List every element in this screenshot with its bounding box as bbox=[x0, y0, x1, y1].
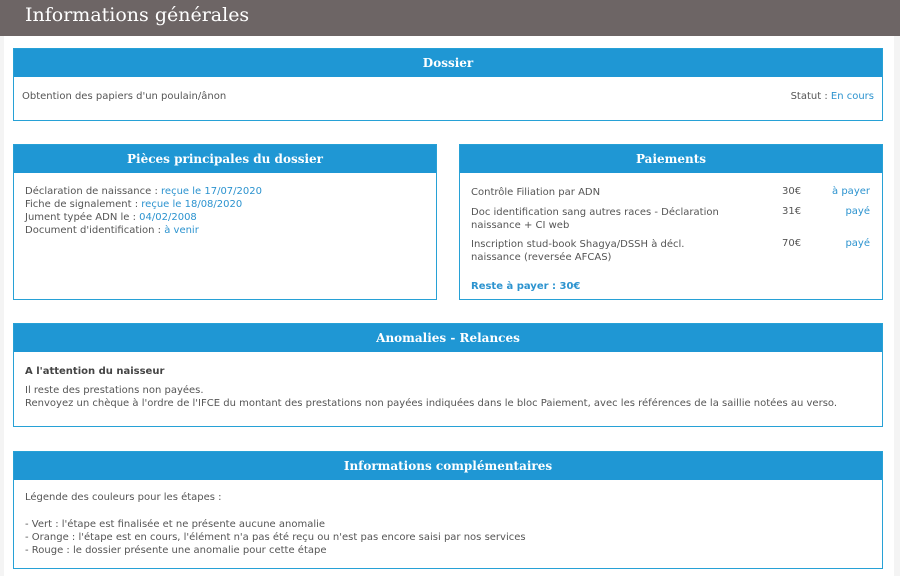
piece-value: reçue le 18/08/2020 bbox=[141, 199, 243, 210]
dossier-panel: Dossier Obtention des papiers d'un poula… bbox=[13, 48, 883, 121]
legend-line: - Vert : l'étape est finalisée et ne pré… bbox=[25, 519, 326, 530]
dossier-description: Obtention des papiers d'un poulain/ânon bbox=[22, 91, 227, 102]
anomalies-heading: A l'attention du naisseur bbox=[25, 366, 165, 377]
piece-label: Déclaration de naissance : bbox=[25, 186, 158, 197]
piece-item-document: Document d'identification : à venir bbox=[25, 225, 199, 236]
payment-amount: 70€ bbox=[782, 238, 802, 249]
anomalies-panel-title: Anomalies - Relances bbox=[14, 324, 882, 352]
infos-panel-title: Informations complémentaires bbox=[14, 452, 882, 480]
anomalies-panel: Anomalies - Relances A l'attention du na… bbox=[13, 323, 883, 427]
pieces-panel-title: Pièces principales du dossier bbox=[14, 145, 436, 173]
piece-label: Document d'identification : bbox=[25, 225, 162, 236]
piece-value: 04/02/2008 bbox=[139, 212, 197, 223]
status-value: En cours bbox=[830, 91, 874, 102]
paiements-panel-title: Paiements bbox=[460, 145, 882, 173]
payment-status: à payer bbox=[832, 186, 870, 197]
piece-item-fiche: Fiche de signalement : reçue le 18/08/20… bbox=[25, 199, 242, 210]
payment-amount: 30€ bbox=[782, 186, 802, 197]
piece-item-declaration: Déclaration de naissance : reçue le 17/0… bbox=[25, 186, 262, 197]
paiements-panel: Paiements Contrôle Filiation par ADN 30€… bbox=[459, 144, 883, 300]
payment-label: Doc identification sang autres races - D… bbox=[471, 207, 719, 231]
status-label: Statut : bbox=[790, 91, 828, 102]
piece-label: Fiche de signalement : bbox=[25, 199, 139, 210]
main-content: Dossier Obtention des papiers d'un poula… bbox=[4, 36, 894, 576]
legend-line: - Rouge : le dossier présente une anomal… bbox=[25, 545, 327, 556]
pieces-panel: Pièces principales du dossier Déclaratio… bbox=[13, 144, 437, 300]
payment-status: payé bbox=[845, 238, 870, 249]
page-header: Informations générales bbox=[0, 0, 900, 36]
payment-label: Contrôle Filiation par ADN bbox=[471, 187, 601, 198]
page-title: Informations générales bbox=[25, 4, 250, 26]
payment-status: payé bbox=[845, 206, 870, 217]
piece-value: reçue le 17/07/2020 bbox=[161, 186, 262, 197]
piece-label: Jument typée ADN le : bbox=[25, 212, 136, 223]
payment-label: Inscription stud-book Shagya/DSSH à décl… bbox=[471, 239, 685, 263]
dossier-status: Statut : En cours bbox=[791, 91, 874, 102]
legend-line: - Orange : l'étape est en cours, l'éléme… bbox=[25, 532, 526, 543]
piece-value: à venir bbox=[164, 225, 199, 236]
dossier-panel-title: Dossier bbox=[14, 49, 882, 77]
anomalies-line: Renvoyez un chèque à l'ordre de l'IFCE d… bbox=[25, 398, 838, 409]
infos-panel: Informations complémentaires Légende des… bbox=[13, 451, 883, 569]
anomalies-line: Il reste des prestations non payées. bbox=[25, 385, 204, 396]
legend-title: Légende des couleurs pour les étapes : bbox=[25, 492, 222, 503]
reste-a-payer: Reste à payer : 30€ bbox=[471, 281, 581, 292]
payment-amount: 31€ bbox=[782, 206, 802, 217]
piece-item-jument: Jument typée ADN le : 04/02/2008 bbox=[25, 212, 197, 223]
